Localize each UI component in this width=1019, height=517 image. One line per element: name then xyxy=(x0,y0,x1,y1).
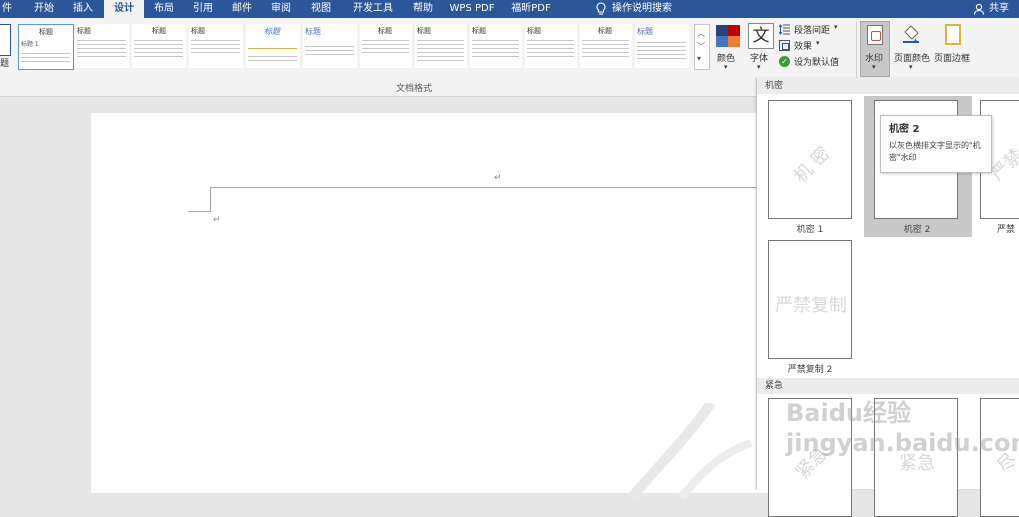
page-watermark-stroke xyxy=(627,403,753,502)
effects-button[interactable]: 效果 xyxy=(794,39,812,52)
group-divider xyxy=(856,22,857,78)
watermark-preview-text: 严禁复制 xyxy=(775,295,847,316)
tab-view[interactable]: 视图 xyxy=(304,0,338,18)
style-title: 标题 xyxy=(77,27,91,35)
tab-design[interactable]: 设计 xyxy=(104,0,144,18)
watermark-preview-text: 紧急 xyxy=(899,453,935,474)
chevron-up-icon[interactable]: ︿ xyxy=(697,28,705,39)
chevron-down-icon[interactable]: ﹀ xyxy=(697,41,705,52)
page-color-icon[interactable] xyxy=(901,24,921,44)
checkmark-icon: ✓ xyxy=(779,56,790,67)
style-title: 标题 xyxy=(264,27,280,36)
tooltip-description: 以灰色横排文字显示的"机密"水印 xyxy=(889,141,981,162)
tab-foxit-pdf[interactable]: 福昕PDF xyxy=(508,0,554,18)
person-icon xyxy=(973,3,985,15)
tab-review[interactable]: 审阅 xyxy=(264,0,298,18)
tooltip-title: 机密 2 xyxy=(889,124,920,135)
style-title: 标题 xyxy=(39,28,53,36)
chevron-down-icon: ▾ xyxy=(872,63,876,71)
paragraph-mark: ↵ xyxy=(213,215,221,225)
tab-help[interactable]: 帮助 xyxy=(406,0,440,18)
style-set-thumb[interactable]: 标题 xyxy=(525,24,577,68)
header-rule xyxy=(210,187,780,188)
style-set-thumb[interactable]: 标题 标题 1 xyxy=(18,24,74,70)
style-set-thumb[interactable]: 标题 xyxy=(132,24,186,68)
chevron-down-icon[interactable]: ▾ xyxy=(909,63,913,71)
watermark-icon xyxy=(867,25,883,45)
page-borders-button[interactable]: 页面边框 xyxy=(934,51,970,64)
fonts-icon[interactable]: 文 xyxy=(748,23,774,49)
style-title: 标题 xyxy=(191,27,205,35)
watermark-option-label: 机密 1 xyxy=(796,225,824,235)
tab-home[interactable]: 开始 xyxy=(27,0,61,18)
margin-mark xyxy=(210,187,211,212)
set-default-button[interactable]: 设为默认值 xyxy=(794,55,839,68)
watermark-button[interactable]: 水印 ▾ xyxy=(860,21,890,77)
watermark-option[interactable]: 严禁复制 xyxy=(768,240,852,359)
theme-icon[interactable] xyxy=(0,24,11,56)
tab-wps-pdf[interactable]: WPS PDF xyxy=(446,0,498,18)
style-title: 标题 xyxy=(472,27,486,35)
style-title: 标题 xyxy=(527,27,541,35)
watermark-option[interactable]: 紧急 xyxy=(874,398,958,517)
colors-icon[interactable] xyxy=(716,25,740,47)
watermark-tooltip: 机密 2 以灰色横排文字显示的"机密"水印 xyxy=(880,115,992,173)
style-set-thumb[interactable]: 标题 xyxy=(580,24,632,68)
style-set-thumb[interactable]: 标题 xyxy=(635,24,689,68)
style-set-thumb[interactable]: 标题 xyxy=(303,24,357,68)
style-set-thumb[interactable]: 标题 xyxy=(189,24,243,68)
themes-label: 题 xyxy=(0,59,10,69)
style-set-thumb[interactable]: 标题 xyxy=(470,24,522,68)
tell-me-search[interactable]: 操作说明搜索 xyxy=(612,0,676,18)
share-button[interactable]: 共享 xyxy=(987,0,1011,18)
gallery-scroll[interactable]: ︿ ﹀ ▾ xyxy=(694,24,710,70)
tab-mailings[interactable]: 邮件 xyxy=(225,0,259,18)
lightbulb-icon xyxy=(595,2,607,16)
style-title: 标题 xyxy=(305,27,321,36)
watermark-option[interactable]: 紧急 xyxy=(768,398,852,517)
tab-references[interactable]: 引用 xyxy=(186,0,220,18)
chevron-down-icon[interactable]: ▾ xyxy=(834,23,838,31)
watermark-preview-text: 紧急 xyxy=(791,442,833,484)
style-set-thumb[interactable]: 标题 xyxy=(246,24,300,68)
watermark-option-label: 严禁复制 2 xyxy=(787,365,833,375)
style-title: 标题 xyxy=(417,27,431,35)
paragraph-mark: ↵ xyxy=(494,173,502,183)
effects-icon xyxy=(779,40,790,51)
document-canvas: ↵ ↵ xyxy=(0,97,780,502)
watermark-option-label: 机密 2 xyxy=(903,225,931,235)
style-subtitle: 标题 1 xyxy=(21,41,39,48)
more-icon[interactable]: ▾ xyxy=(697,54,701,63)
watermark-preview-text: 尽 xyxy=(993,449,1019,477)
watermark-option[interactable]: 尽 xyxy=(980,398,1019,517)
group-label-document-formatting: 文档格式 xyxy=(396,84,433,94)
margin-mark xyxy=(188,211,211,212)
chevron-down-icon[interactable]: ▾ xyxy=(757,63,761,71)
chevron-down-icon[interactable]: ▾ xyxy=(816,39,820,47)
tab-developer[interactable]: 开发工具 xyxy=(348,0,398,18)
paragraph-spacing-button[interactable]: 段落间距 xyxy=(794,23,830,36)
ribbon-tab-bar: 件 开始 插入 设计 布局 引用 邮件 审阅 视图 开发工具 帮助 WPS PD… xyxy=(0,0,1019,18)
style-title: 标题 xyxy=(637,27,653,36)
tab-insert[interactable]: 插入 xyxy=(66,0,100,18)
style-title: 标题 xyxy=(378,27,392,35)
tab-layout[interactable]: 布局 xyxy=(147,0,181,18)
style-title: 标题 xyxy=(152,27,166,35)
watermark-preview-text: 机 密 xyxy=(789,142,835,188)
page-borders-icon[interactable] xyxy=(945,24,961,45)
style-title: 标题 xyxy=(598,27,612,35)
section-header-confidential: 机密 xyxy=(757,78,1019,94)
style-set-thumb[interactable]: 标题 xyxy=(415,24,467,68)
section-header-urgent: 紧急 xyxy=(757,378,1019,394)
style-set-thumb[interactable]: 标题 xyxy=(75,24,129,68)
chevron-down-icon[interactable]: ▾ xyxy=(724,63,728,71)
watermark-option[interactable]: 机 密 xyxy=(768,100,852,219)
document-page[interactable]: ↵ ↵ xyxy=(91,113,780,502)
paragraph-spacing-icon xyxy=(778,24,791,35)
watermark-option-label: 严禁 xyxy=(997,225,1016,235)
tab-file[interactable]: 件 xyxy=(0,0,14,18)
style-set-thumb[interactable]: 标题 xyxy=(360,24,412,68)
